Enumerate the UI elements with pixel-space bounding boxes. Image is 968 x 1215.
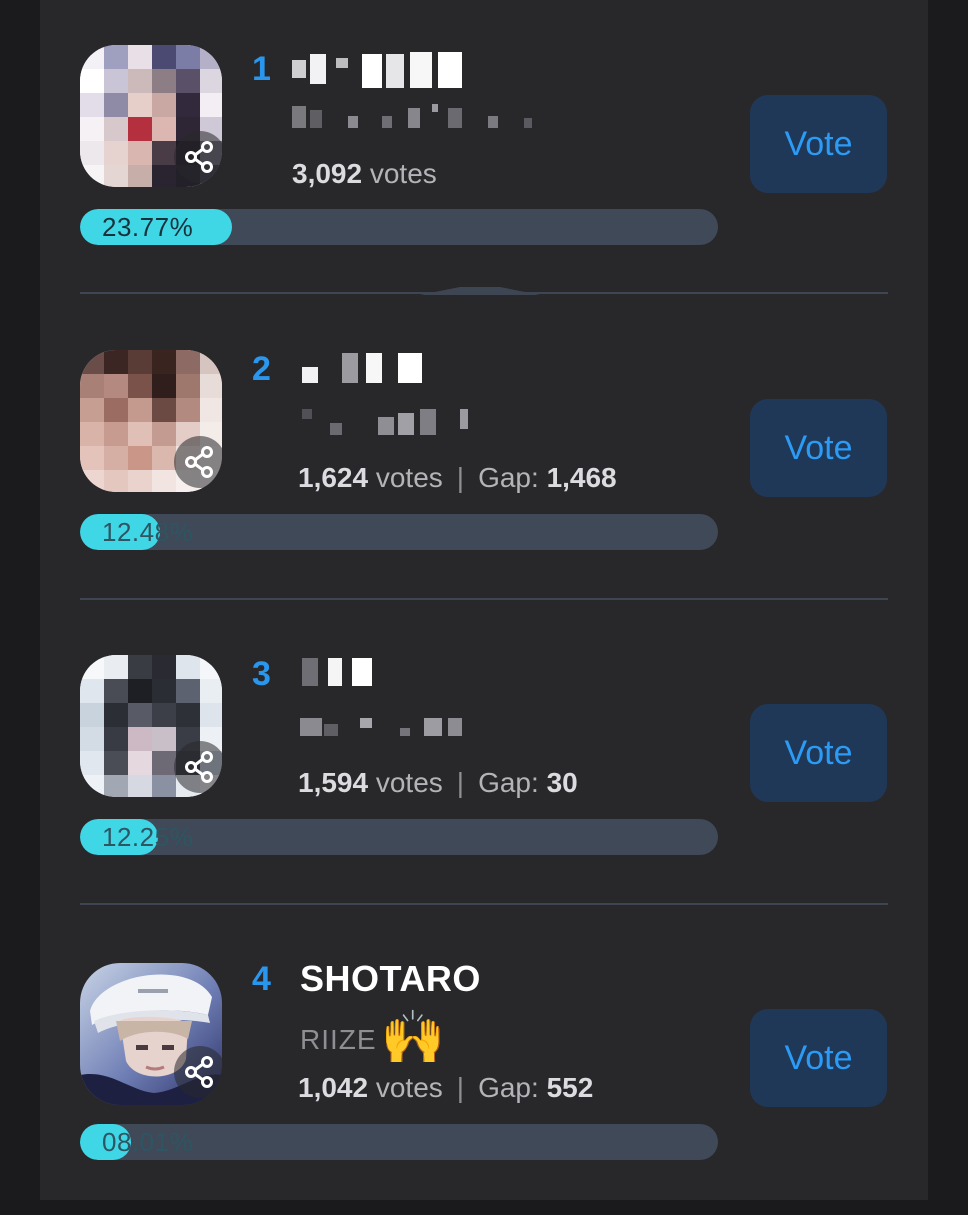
rank-number: 3 (252, 655, 271, 693)
vote-stats: 1,594 votes | Gap: 30 (298, 767, 578, 798)
vote-button[interactable]: Vote (750, 399, 887, 497)
group-name: RIIZE (300, 1024, 377, 1055)
group-label: RIIZE🙌 (300, 1007, 446, 1068)
votes-suffix: votes (375, 462, 443, 493)
percent-label: 12.25% (102, 822, 194, 852)
rank-number: 1 (252, 50, 271, 88)
progress-track: 12.48% (80, 514, 718, 550)
share-button[interactable] (174, 131, 226, 183)
progress-track: 08.01% (80, 1124, 718, 1160)
share-button[interactable] (174, 436, 226, 488)
artist-name: SHOTARO (300, 958, 481, 999)
raising-hands-icon: 🙌 (380, 1008, 447, 1068)
percent-label: 12.48% (102, 517, 194, 547)
ranking-row: 3 1,594 votes | Gap: 30 12.25% Vote (40, 610, 928, 910)
rank-number: 2 (252, 350, 271, 388)
vote-stats: 1,624 votes | Gap: 1,468 (298, 462, 617, 493)
share-icon (185, 1056, 213, 1088)
ranking-row: 1 3,092 votes 23.77% Vote (40, 0, 928, 300)
progress-track: 12.25% (80, 819, 718, 855)
divider-notch (420, 287, 540, 295)
row-divider (80, 598, 888, 600)
votes-suffix: votes (375, 767, 443, 798)
rank-number: 4 (252, 960, 271, 998)
censored-name (302, 658, 402, 688)
vote-count: 1,624 (298, 462, 369, 493)
row-divider (80, 903, 888, 905)
share-button[interactable] (174, 741, 226, 793)
censored-group (300, 714, 480, 738)
percent-label: 08.01% (102, 1127, 194, 1157)
vote-count: 1,594 (298, 767, 369, 798)
censored-group (292, 104, 542, 132)
percent-label: 23.77% (102, 212, 194, 242)
vote-count: 1,042 (298, 1072, 369, 1103)
censored-name (292, 52, 472, 92)
screen-edge-right (928, 0, 968, 1200)
gap-value: 1,468 (546, 462, 617, 493)
gap-label: Gap: (478, 462, 539, 493)
vote-button[interactable]: Vote (750, 95, 887, 193)
progress-track: 23.77% (80, 209, 718, 245)
ranking-list: 1 3,092 votes 23.77% Vote 2 1,624 votes … (40, 0, 928, 1200)
screen-edge-left (0, 0, 40, 1200)
ranking-row: 4 SHOTARO RIIZE🙌 1,042 votes | Gap: 552 08… (40, 915, 928, 1215)
censored-name (302, 353, 442, 387)
gap-value: 30 (546, 767, 578, 798)
vote-button[interactable]: Vote (750, 1009, 887, 1107)
share-icon (185, 751, 213, 783)
share-button[interactable] (174, 1046, 226, 1098)
vote-stats: 3,092 votes (292, 158, 437, 190)
votes-suffix: votes (369, 158, 437, 189)
gap-value: 552 (546, 1072, 594, 1103)
ranking-row: 2 1,624 votes | Gap: 1,468 12.48% Vote (40, 305, 928, 605)
gap-label: Gap: (478, 767, 539, 798)
censored-group (302, 409, 522, 435)
vote-count: 3,092 (292, 158, 363, 189)
gap-label: Gap: (478, 1072, 539, 1103)
share-icon (185, 446, 213, 478)
votes-suffix: votes (375, 1072, 443, 1103)
share-icon (185, 141, 213, 173)
vote-stats: 1,042 votes | Gap: 552 (298, 1072, 594, 1103)
vote-button[interactable]: Vote (750, 704, 887, 802)
